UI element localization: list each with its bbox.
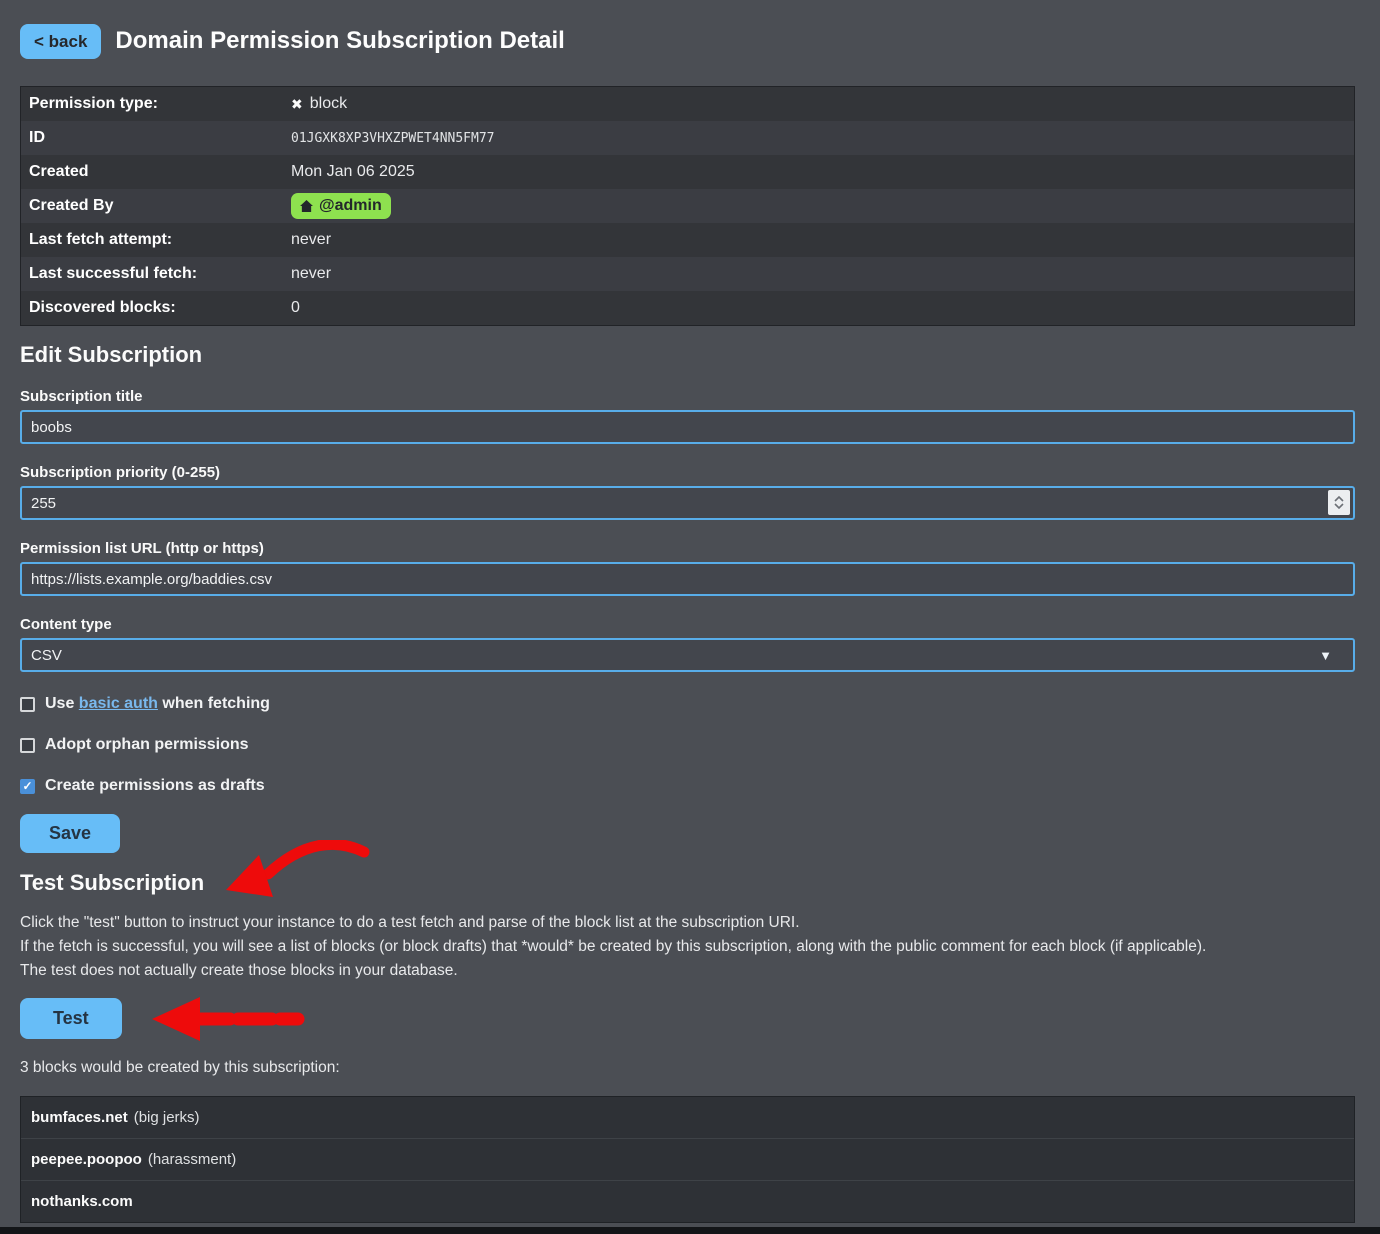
page-title: Domain Permission Subscription Detail	[115, 27, 564, 55]
drafts-label: Create permissions as drafts	[45, 777, 265, 795]
dropdown-arrow-icon: ▼	[1319, 648, 1344, 663]
test-subscription-heading: Test Subscription	[20, 870, 1355, 896]
last-fetch-attempt-value: never	[291, 231, 1354, 249]
subscription-title-label: Subscription title	[20, 388, 1355, 406]
window-bottom-edge	[0, 1227, 1380, 1234]
created-by-username: @admin	[319, 196, 382, 216]
row-label: Created	[21, 163, 291, 181]
subscription-title-input[interactable]	[20, 410, 1355, 444]
adopt-orphans-checkbox[interactable]	[20, 738, 35, 753]
house-icon	[300, 200, 313, 212]
block-comment: (harassment)	[148, 1151, 236, 1168]
basic-auth-checkbox[interactable]	[20, 697, 35, 712]
test-description-line: Click the "test" button to instruct your…	[20, 911, 1355, 935]
basic-auth-label-prefix: Use	[45, 695, 79, 712]
block-comment: (big jerks)	[134, 1109, 200, 1126]
last-successful-fetch-value: never	[291, 265, 1354, 283]
content-type-selected-value: CSV	[31, 647, 62, 664]
row-label: Discovered blocks:	[21, 299, 291, 317]
test-description-line: The test does not actually create those …	[20, 959, 1355, 983]
table-row-permission-type: Permission type: ✖ block	[21, 87, 1354, 121]
permission-list-url-input[interactable]	[20, 562, 1355, 596]
drafts-checkbox[interactable]	[20, 779, 35, 794]
test-result-blocks-list: bumfaces.net (big jerks) peepee.poopoo (ha…	[20, 1096, 1355, 1223]
domain-permission-subscription-detail-page: < back Domain Permission Subscription De…	[0, 0, 1380, 1223]
block-x-icon: ✖	[291, 96, 303, 113]
page-header: < back Domain Permission Subscription De…	[20, 20, 1355, 62]
subscription-priority-label: Subscription priority (0-255)	[20, 464, 1355, 482]
block-domain: nothanks.com	[31, 1193, 133, 1210]
basic-auth-label-suffix: when fetching	[158, 695, 270, 712]
table-row-discovered-blocks: Discovered blocks: 0	[21, 291, 1354, 325]
content-type-select[interactable]: CSV ▼	[20, 638, 1355, 672]
row-label: Last fetch attempt:	[21, 231, 291, 249]
subscription-priority-input[interactable]	[20, 486, 1355, 520]
row-label: Created By	[21, 197, 291, 215]
spinner-up-icon	[1334, 496, 1344, 502]
adopt-orphans-label: Adopt orphan permissions	[45, 736, 249, 754]
block-domain: bumfaces.net	[31, 1109, 128, 1126]
list-item: bumfaces.net (big jerks)	[21, 1097, 1354, 1138]
list-item: nothanks.com	[21, 1180, 1354, 1222]
table-row-last-successful-fetch: Last successful fetch: never	[21, 257, 1354, 291]
field-permission-list-url: Permission list URL (http or https)	[20, 540, 1355, 596]
subscription-id-value: 01JGXK8XP3VHXZPWET4NN5FM77	[291, 131, 1354, 146]
created-by-admin-badge[interactable]: @admin	[291, 193, 391, 219]
test-button[interactable]: Test	[20, 998, 122, 1039]
permission-list-url-label: Permission list URL (http or https)	[20, 540, 1355, 558]
edit-subscription-heading: Edit Subscription	[20, 342, 1355, 368]
table-row-last-fetch-attempt: Last fetch attempt: never	[21, 223, 1354, 257]
basic-auth-link[interactable]: basic auth	[79, 695, 158, 712]
number-spinner[interactable]	[1328, 490, 1350, 515]
discovered-blocks-value: 0	[291, 299, 1354, 317]
save-button[interactable]: Save	[20, 814, 120, 853]
row-label: Last successful fetch:	[21, 265, 291, 283]
test-description: Click the "test" button to instruct your…	[20, 911, 1355, 983]
test-result-caption: 3 blocks would be created by this subscr…	[20, 1059, 1355, 1077]
list-item: peepee.poopoo (harassment)	[21, 1138, 1354, 1180]
row-label: Permission type:	[21, 95, 291, 113]
permission-type-value: block	[310, 95, 347, 113]
table-row-id: ID 01JGXK8XP3VHXZPWET4NN5FM77	[21, 121, 1354, 155]
basic-auth-checkbox-row: Use basic auth when fetching	[20, 695, 1355, 713]
table-row-created: Created Mon Jan 06 2025	[21, 155, 1354, 189]
adopt-orphans-checkbox-row: Adopt orphan permissions	[20, 736, 1355, 754]
field-subscription-title: Subscription title	[20, 388, 1355, 444]
back-button[interactable]: < back	[20, 24, 101, 59]
drafts-checkbox-row: Create permissions as drafts	[20, 777, 1355, 795]
created-date-value: Mon Jan 06 2025	[291, 163, 1354, 181]
spinner-down-icon	[1334, 503, 1344, 509]
test-description-line: If the fetch is successful, you will see…	[20, 935, 1355, 959]
field-content-type: Content type CSV ▼	[20, 616, 1355, 672]
table-row-created-by: Created By @admin	[21, 189, 1354, 223]
content-type-label: Content type	[20, 616, 1355, 634]
row-label: ID	[21, 129, 291, 147]
subscription-details-table: Permission type: ✖ block ID 01JGXK8XP3VH…	[20, 86, 1355, 326]
block-domain: peepee.poopoo	[31, 1151, 142, 1168]
field-subscription-priority: Subscription priority (0-255)	[20, 464, 1355, 520]
